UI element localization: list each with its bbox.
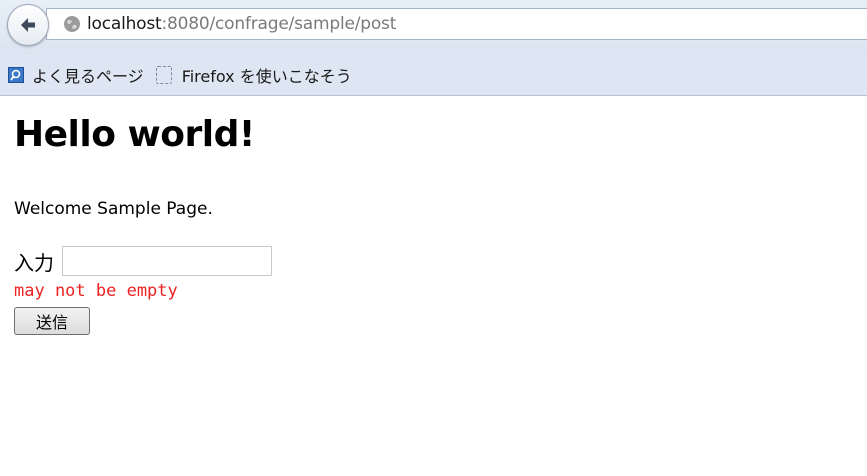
- url-text[interactable]: localhost:8080/confrage/sample/post: [87, 14, 396, 34]
- address-bar[interactable]: localhost:8080/confrage/sample/post: [46, 8, 867, 40]
- input-label: 入力: [14, 250, 54, 275]
- placeholder-page-icon: [155, 65, 172, 84]
- url-host: localhost: [87, 14, 162, 34]
- text-input[interactable]: [62, 246, 272, 276]
- input-row: 入力: [14, 246, 272, 276]
- validation-error: may not be empty: [14, 281, 178, 301]
- page-title: Hello world!: [14, 114, 255, 155]
- most-visited-icon: [8, 66, 24, 83]
- browser-toolbar: localhost:8080/confrage/sample/post: [0, 0, 867, 54]
- bookmark-most-visited[interactable]: よく見るページ: [8, 63, 144, 87]
- back-arrow-icon: [18, 15, 38, 35]
- globe-icon: [63, 15, 81, 33]
- welcome-text: Welcome Sample Page.: [14, 199, 213, 219]
- url-path: :8080/confrage/sample/post: [161, 14, 397, 34]
- bookmark-label: よく見るページ: [32, 66, 144, 86]
- back-button[interactable]: [7, 4, 49, 46]
- bookmarks-toolbar: よく見るページ Firefox を使いこなそう: [0, 54, 867, 96]
- bookmark-label: Firefox を使いこなそう: [181, 66, 352, 86]
- submit-button[interactable]: 送信: [14, 307, 90, 335]
- bookmark-firefox-tips[interactable]: Firefox を使いこなそう: [155, 63, 352, 87]
